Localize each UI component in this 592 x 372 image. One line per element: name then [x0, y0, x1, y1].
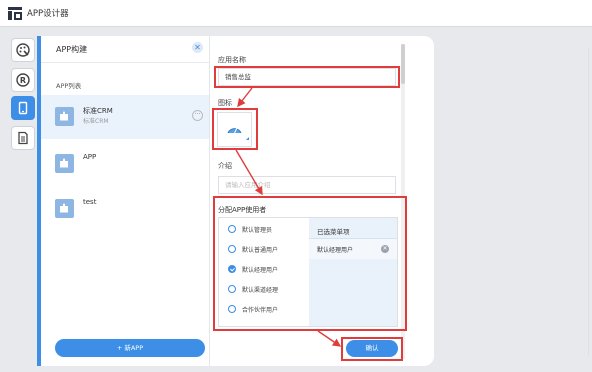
annotation-arrows [235, 87, 342, 347]
